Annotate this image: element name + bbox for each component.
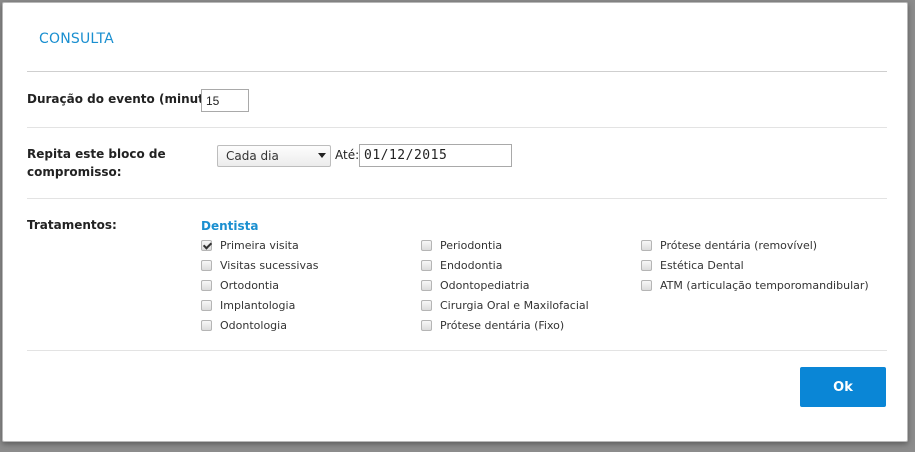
treatment-option[interactable]: Odontologia (201, 317, 287, 333)
treatment-option[interactable]: Endodontia (421, 257, 502, 273)
duration-input[interactable] (201, 89, 249, 112)
treatment-label: ATM (articulação temporomandibular) (660, 278, 869, 292)
treatment-option[interactable]: Implantologia (201, 297, 295, 313)
treatment-option[interactable]: Ortodontia (201, 277, 279, 293)
treatment-checkbox[interactable] (421, 319, 432, 331)
frequency-select-value: Cada dia (226, 149, 279, 163)
treatment-option[interactable]: Prótese dentária (removível) (641, 237, 817, 253)
divider (27, 350, 887, 351)
treatment-option[interactable]: Visitas sucessivas (201, 257, 318, 273)
treatment-option[interactable]: Cirurgia Oral e Maxilofacial (421, 297, 589, 313)
treatment-option[interactable]: Prótese dentária (Fixo) (421, 317, 564, 333)
treatment-checkbox[interactable] (421, 279, 432, 291)
treatment-checkbox[interactable] (421, 299, 432, 311)
treatment-label: Odontopediatria (440, 278, 530, 292)
ok-button[interactable]: Ok (800, 367, 886, 407)
frequency-select[interactable]: Cada dia (217, 145, 331, 167)
treatment-option[interactable]: Odontopediatria (421, 277, 530, 293)
dialog-title: CONSULTA (39, 31, 114, 47)
treatments-label: Tratamentos: (27, 218, 117, 232)
divider (27, 198, 887, 199)
divider (27, 71, 887, 72)
treatment-label: Periodontia (440, 238, 503, 252)
until-date-input[interactable] (359, 144, 512, 167)
treatment-checkbox[interactable] (201, 279, 212, 291)
treatments-group-title: Dentista (201, 219, 259, 233)
treatment-label: Estética Dental (660, 258, 744, 272)
treatment-checkbox[interactable] (641, 239, 652, 251)
treatment-option[interactable]: Estética Dental (641, 257, 744, 273)
repeat-label-line2: compromisso: (27, 165, 122, 179)
treatment-checkbox[interactable] (201, 259, 212, 271)
treatment-checkbox[interactable] (421, 239, 432, 251)
treatment-checkbox[interactable] (641, 259, 652, 271)
treatment-label: Cirurgia Oral e Maxilofacial (440, 298, 589, 312)
divider (27, 127, 887, 128)
treatment-label: Ortodontia (220, 278, 280, 292)
treatment-option[interactable]: Primeira visita (201, 237, 299, 253)
treatment-option[interactable]: Periodontia (421, 237, 502, 253)
treatment-label: Primeira visita (220, 238, 299, 252)
consulta-dialog: CONSULTA Duração do evento (minutos): Re… (2, 2, 908, 442)
treatment-label: Visitas sucessivas (220, 258, 319, 272)
treatment-checkbox[interactable] (201, 239, 212, 251)
treatment-checkbox[interactable] (421, 259, 432, 271)
treatment-label: Prótese dentária (Fixo) (440, 318, 565, 332)
duration-label: Duração do evento (minutos): (27, 92, 230, 106)
treatment-label: Endodontia (440, 258, 503, 272)
treatment-label: Implantologia (220, 298, 296, 312)
treatment-label: Odontologia (220, 318, 287, 332)
treatment-checkbox[interactable] (201, 319, 212, 331)
chevron-down-icon (318, 153, 326, 158)
treatment-option[interactable]: ATM (articulação temporomandibular) (641, 277, 869, 293)
treatment-label: Prótese dentária (removível) (660, 238, 818, 252)
treatment-checkbox[interactable] (201, 299, 212, 311)
treatment-checkbox[interactable] (641, 279, 652, 291)
repeat-label-line1: Repita este bloco de (27, 147, 166, 161)
until-label: Até: (335, 148, 360, 162)
